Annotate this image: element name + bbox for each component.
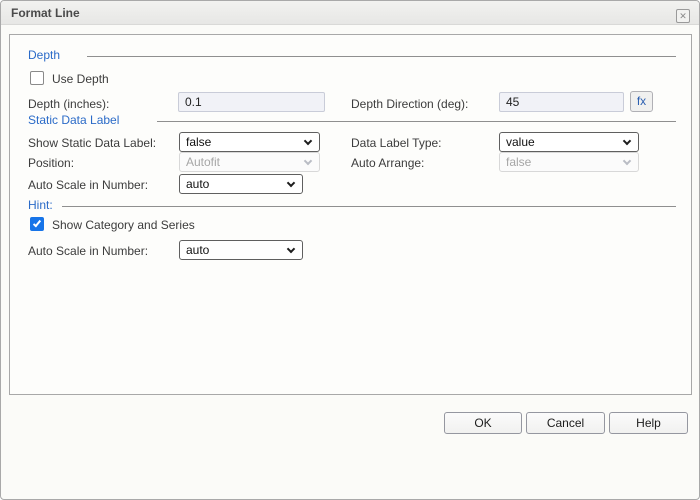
auto-scale-static-select[interactable]: auto [179,174,303,194]
position-select: Autofit [179,152,320,172]
show-static-data-label-label: Show Static Data Label: [28,136,156,150]
dialog-titlebar[interactable]: Format Line ✕ [1,1,699,25]
auto-scale-static-value: auto [186,177,209,191]
auto-scale-hint-value: auto [186,243,209,257]
show-category-series-checkbox[interactable] [30,217,44,231]
format-line-dialog: Format Line ✕ Depth Use Depth Depth (inc… [0,0,700,500]
data-label-type-label: Data Label Type: [351,136,442,150]
chevron-down-icon [287,245,295,253]
use-depth-label: Use Depth [52,72,109,86]
chevron-down-icon [304,157,312,165]
hint-section-header: Hint: [28,198,53,212]
close-icon[interactable]: ✕ [676,9,690,23]
check-icon [33,219,41,228]
chevron-down-icon [304,137,312,145]
show-category-series-label: Show Category and Series [52,218,195,232]
auto-arrange-value: false [506,155,531,169]
chevron-down-icon [623,137,631,145]
auto-arrange-label: Auto Arrange: [351,156,424,170]
show-static-data-label-select[interactable]: false [179,132,320,152]
auto-scale-hint-select[interactable]: auto [179,240,303,260]
depth-direction-label: Depth Direction (deg): [351,97,468,111]
help-button[interactable]: Help [609,412,688,434]
data-label-type-select[interactable]: value [499,132,639,152]
depth-inches-input[interactable] [178,92,325,112]
depth-section-divider [87,56,676,57]
depth-section-header: Depth [28,48,60,62]
depth-inches-label: Depth (inches): [28,97,109,111]
fx-formula-button[interactable]: fx [630,91,653,112]
dialog-content-panel: Depth Use Depth Depth (inches): Depth Di… [9,34,692,395]
dialog-title: Format Line [11,6,80,20]
show-static-data-label-value: false [186,135,211,149]
auto-scale-hint-label: Auto Scale in Number: [28,244,148,258]
depth-direction-input[interactable] [499,92,624,112]
position-value: Autofit [186,155,220,169]
position-label: Position: [28,156,74,170]
ok-button[interactable]: OK [444,412,522,434]
auto-scale-static-label: Auto Scale in Number: [28,178,148,192]
chevron-down-icon [287,179,295,187]
use-depth-checkbox[interactable] [30,71,44,85]
static-data-label-section-header: Static Data Label [28,113,119,127]
hint-section-divider [62,206,676,207]
data-label-type-value: value [506,135,535,149]
auto-arrange-select: false [499,152,639,172]
static-data-label-section-divider [157,121,676,122]
chevron-down-icon [623,157,631,165]
cancel-button[interactable]: Cancel [526,412,605,434]
